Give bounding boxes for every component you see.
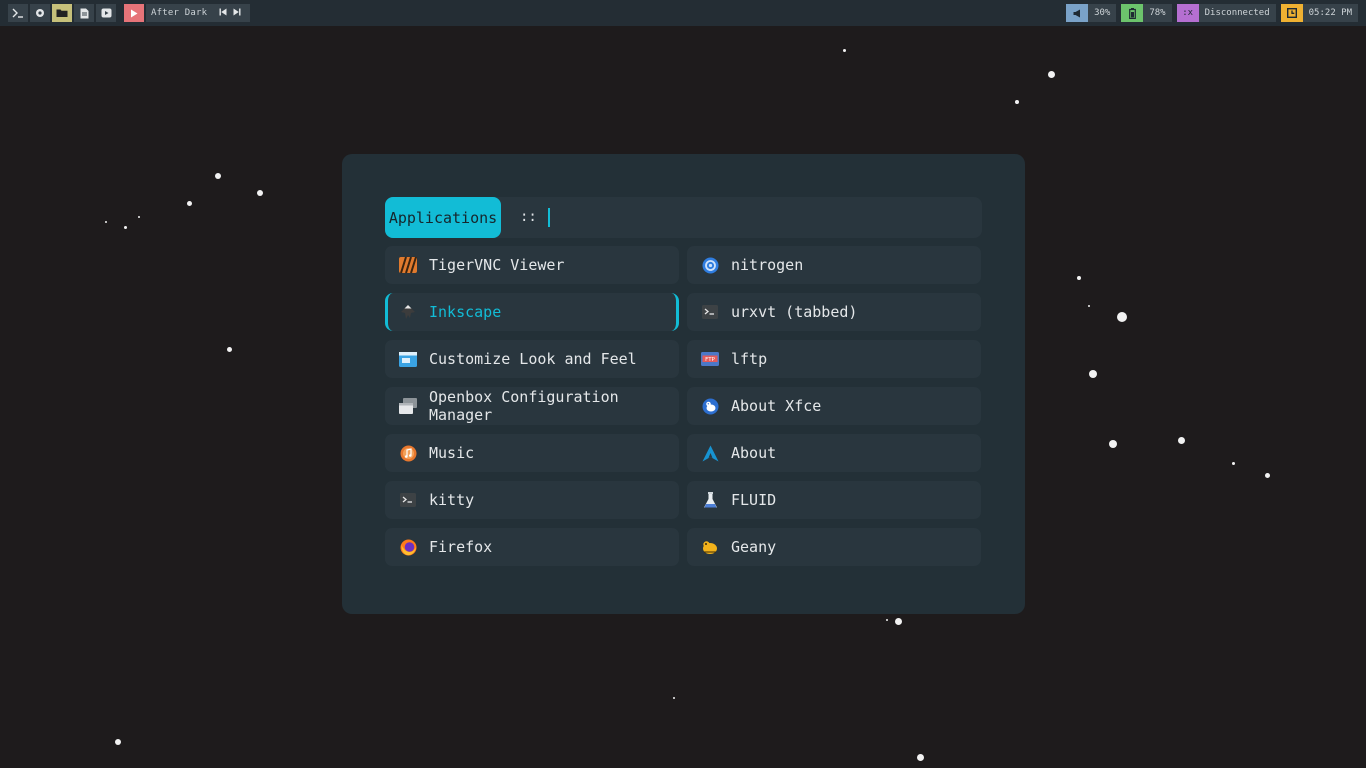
xfce-icon [701,397,719,415]
star [257,190,263,196]
app-item-label: Openbox Configuration Manager [429,388,619,424]
app-item-urxvt-tabbed[interactable]: urxvt (tabbed) [687,293,981,331]
star [1232,462,1235,465]
star [138,216,140,218]
network-icon: :x [1176,4,1199,22]
app-item-tigervnc-viewer[interactable]: TigerVNC Viewer [385,246,679,284]
star [1178,437,1185,444]
media-title: After Dark [151,8,208,18]
app-item-kitty[interactable]: kitty [385,481,679,519]
app-item-geany[interactable]: Geany [687,528,981,566]
search-bar[interactable]: Applications :: [385,197,982,238]
volume-module[interactable]: 30% [1066,4,1117,22]
star [1089,370,1097,378]
app-item-label: About Xfce [731,397,822,415]
network-status: Disconnected [1204,8,1270,18]
clock-time: 05:22 PM [1308,8,1352,18]
app-launcher: Applications :: TigerVNC Viewer nitrogen… [342,154,1025,614]
mode-button-applications[interactable]: Applications [385,197,501,238]
search-input-cursor[interactable] [548,208,550,227]
text-editor-icon[interactable] [74,4,94,22]
star [673,697,675,699]
skip-previous-icon[interactable] [219,8,227,19]
star [1015,100,1019,104]
app-item-label: Firefox [429,538,493,556]
app-item-customize-look-and-feel[interactable]: Customize Look and Feel [385,340,679,378]
app-item-label: Customize Look and Feel [429,350,637,368]
top-panel: After Dark 30% 78% :x Disconnected 05:22… [0,0,1366,26]
star [886,619,888,621]
app-item-label: FLUID [731,491,777,509]
app-item-about-xfce[interactable]: About Xfce [687,387,981,425]
media-player-icon[interactable] [96,4,116,22]
clock-icon [1280,4,1303,22]
app-item-music[interactable]: Music [385,434,679,472]
star [115,739,121,745]
app-item-label: Music [429,444,475,462]
app-item-firefox[interactable]: Firefox [385,528,679,566]
app-item-inkscape[interactable]: Inkscape [385,293,679,331]
battery-icon [1121,4,1144,22]
svg-text:FTP: FTP [705,357,715,363]
star [1265,473,1270,478]
window-manager-icon [399,397,417,415]
app-item-lftp[interactable]: FTP lftp [687,340,981,378]
app-item-label: TigerVNC Viewer [429,256,565,274]
appearance-icon [399,350,417,368]
app-item-label: nitrogen [731,256,804,274]
app-item-about[interactable]: About [687,434,981,472]
prompt-symbol: :: [520,209,537,225]
music-icon [399,444,417,462]
tigervnc-icon [399,256,417,274]
panel-left: After Dark [8,3,251,23]
star [105,221,107,223]
panel-right: 30% 78% :x Disconnected 05:22 PM [1061,3,1358,23]
star [1077,276,1081,280]
geany-icon [701,538,719,556]
battery-module[interactable]: 78% [1121,4,1172,22]
inkscape-icon [399,303,417,321]
star [1088,305,1090,307]
arch-icon [701,444,719,462]
web-icon[interactable] [30,4,50,22]
terminal-icon[interactable] [8,4,28,22]
app-item-label: kitty [429,491,475,509]
volume-value: 30% [1094,8,1111,18]
flask-icon [701,491,719,509]
volume-icon [1066,4,1089,22]
star [1117,312,1127,322]
app-item-label: urxvt (tabbed) [731,303,858,321]
ftp-icon: FTP [701,350,719,368]
star [187,201,192,206]
play-icon[interactable] [124,4,144,22]
clock-module[interactable]: 05:22 PM [1280,4,1358,22]
app-item-label: Geany [731,538,777,556]
folder-icon[interactable] [52,4,72,22]
skip-next-icon[interactable] [233,8,241,19]
firefox-icon [399,538,417,556]
star [843,49,846,52]
network-module[interactable]: :x Disconnected [1176,4,1276,22]
battery-value: 78% [1149,8,1166,18]
star [227,347,232,352]
app-item-label: About [731,444,777,462]
star [124,226,127,229]
star [1048,71,1055,78]
terminal-icon [701,303,719,321]
app-item-label: lftp [731,350,768,368]
media-controls: After Dark [146,4,251,22]
app-item-label: Inkscape [429,303,502,321]
app-item-openbox-configuration-manager[interactable]: Openbox Configuration Manager [385,387,679,425]
star [215,173,221,179]
app-item-nitrogen[interactable]: nitrogen [687,246,981,284]
star [1109,440,1117,448]
nitrogen-icon [701,256,719,274]
star [895,618,902,625]
app-item-fluid[interactable]: FLUID [687,481,981,519]
star [917,754,924,761]
terminal-icon [399,491,417,509]
